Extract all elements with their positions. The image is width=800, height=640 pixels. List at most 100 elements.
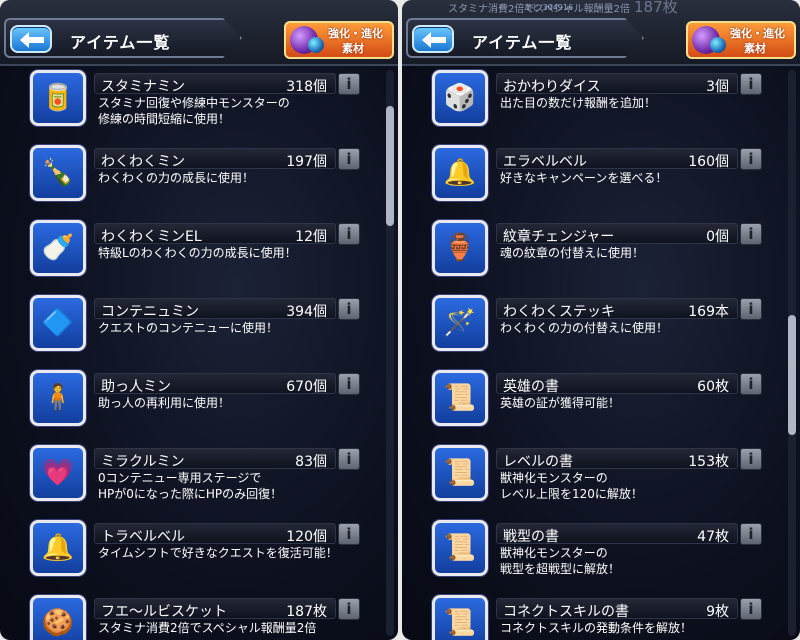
item-row[interactable]: 🧍 助っ人ミン 670個 i 助っ人の再利用に使用！	[0, 368, 398, 442]
info-icon: i	[748, 225, 754, 243]
item-description: 獣神化モンスターの 戦型を超戦型に解放！	[500, 545, 740, 577]
scrollbar[interactable]	[788, 70, 796, 636]
travel-bell-icon[interactable]: 🔔	[30, 520, 86, 576]
item-count: 670個	[286, 379, 327, 395]
combat-book-icon[interactable]: 📜	[432, 520, 488, 576]
item-row[interactable]: 🥫 スタミナミン 318個 i スタミナ回復や修練中モンスターの 修練の時間短縮に使用！	[0, 68, 398, 142]
continue-min-icon[interactable]: 🔷	[30, 295, 86, 351]
item-count: 160個	[688, 154, 729, 170]
scrollbar-thumb[interactable]	[788, 315, 796, 435]
item-count: 0個	[706, 229, 729, 245]
item-icon-glyph: 📜	[443, 458, 477, 488]
elevel-bell-icon[interactable]: 🔔	[432, 145, 488, 201]
item-count: 187枚	[286, 604, 327, 620]
crest-changer-icon[interactable]: 🏺	[432, 220, 488, 276]
item-row[interactable]: 🎲 おかわりダイス 3個 i 出た目の数だけ報酬を追加！	[402, 68, 800, 142]
item-row[interactable]: 📜 英雄の書 60枚 i 英雄の証が獲得可能！	[402, 368, 800, 442]
item-row[interactable]: 💗 ミラクルミン 83個 i 0コンテニュー専用ステージで HPが0になった際にHPのみ回…	[0, 443, 398, 517]
material-gem-icon	[710, 37, 726, 53]
info-icon: i	[748, 450, 754, 468]
item-description-line1: クエストのコンテニューに使用！	[98, 321, 279, 335]
wakuwaku-min-el-icon[interactable]: 🍼	[30, 220, 86, 276]
info-button[interactable]: i	[338, 598, 360, 620]
item-row[interactable]: 🔷 コンテニュミン 394個 i クエストのコンテニューに使用！	[0, 293, 398, 367]
item-row[interactable]: 🔔 トラベルベル 120個 i タイムシフトで好きなクエストを復活可能！	[0, 518, 398, 592]
info-icon: i	[748, 600, 754, 618]
info-button[interactable]: i	[338, 298, 360, 320]
evolution-materials-button[interactable]: 強化・進化 素材	[686, 21, 796, 59]
info-button[interactable]: i	[740, 373, 762, 395]
item-row[interactable]: 📜 コネクトスキルの書 9枚 i コネクトスキルの発動条件を解放！	[402, 593, 800, 640]
item-name: コンテニュミン	[101, 304, 199, 320]
right-panel: スタミナ消費2倍でスペシャル報酬量2倍 あと 304916 187枚 アイテム一…	[402, 0, 800, 640]
item-count: 153枚	[688, 454, 729, 470]
item-name: わくわくミンEL	[101, 229, 202, 245]
item-count: 197個	[286, 154, 327, 170]
item-icon-glyph: 🥫	[41, 83, 75, 113]
hero-book-icon[interactable]: 📜	[432, 370, 488, 426]
item-description: わくわくの力の成長に使用！	[98, 170, 338, 186]
info-button[interactable]: i	[740, 73, 762, 95]
info-button[interactable]: i	[740, 598, 762, 620]
info-button[interactable]: i	[338, 448, 360, 470]
info-button[interactable]: i	[338, 373, 360, 395]
item-list: 🎲 おかわりダイス 3個 i 出た目の数だけ報酬を追加！ 🔔 エラベルベル 160個 i 好きなキ…	[402, 64, 800, 640]
item-icon-glyph: 🔷	[41, 308, 75, 338]
back-button[interactable]	[412, 25, 454, 53]
item-row[interactable]: 🏺 紋章チェンジャー 0個 i 魂の紋章の付替えに使用！	[402, 218, 800, 292]
item-description-line1: 獣神化モンスターの	[500, 471, 608, 485]
item-name-bar: おかわりダイス 3個	[496, 73, 738, 95]
level-book-icon[interactable]: 📜	[432, 445, 488, 501]
back-button[interactable]	[10, 25, 52, 53]
info-button[interactable]: i	[740, 448, 762, 470]
fue-biscuit-icon[interactable]: 🍪	[30, 595, 86, 640]
info-button[interactable]: i	[338, 223, 360, 245]
wakuwaku-min-icon[interactable]: 🍾	[30, 145, 86, 201]
item-description-line1: 助っ人の再利用に使用！	[98, 396, 231, 410]
item-row[interactable]: 📜 レベルの書 153枚 i 獣神化モンスターの レベル上限を120に解放！	[402, 443, 800, 517]
item-count: 318個	[286, 79, 327, 95]
item-description-line1: 獣神化モンスターの	[500, 546, 608, 560]
info-button[interactable]: i	[338, 148, 360, 170]
item-name-bar: 紋章チェンジャー 0個	[496, 223, 738, 245]
item-row[interactable]: 🔔 エラベルベル 160個 i 好きなキャンペーンを選べる！	[402, 143, 800, 217]
info-button[interactable]: i	[740, 523, 762, 545]
info-icon: i	[346, 600, 352, 618]
item-description: スタミナ消費2倍でスペシャル報酬量2倍	[98, 620, 338, 636]
item-row[interactable]: 🪄 わくわくステッキ 169本 i わくわくの力の付替えに使用！	[402, 293, 800, 367]
info-icon: i	[346, 525, 352, 543]
item-description-line1: わくわくの力の付替えに使用！	[500, 321, 669, 335]
item-icon-glyph: 🧍	[41, 383, 75, 413]
stamina-min-icon[interactable]: 🥫	[30, 70, 86, 126]
item-row[interactable]: 🍼 わくわくミンEL 12個 i 特級Lのわくわくの力の成長に使用！	[0, 218, 398, 292]
item-description-line1: スタミナ消費2倍でスペシャル報酬量2倍	[98, 621, 317, 635]
info-button[interactable]: i	[338, 73, 360, 95]
item-name-bar: エラベルベル 160個	[496, 148, 738, 170]
item-icon-glyph: 🔔	[41, 533, 75, 563]
item-name-bar: わくわくミンEL 12個	[94, 223, 336, 245]
wakuwaku-stick-icon[interactable]: 🪄	[432, 295, 488, 351]
material-gem-icon	[308, 37, 324, 53]
info-button[interactable]: i	[338, 523, 360, 545]
item-name-bar: 戦型の書 47枚	[496, 523, 738, 545]
okawari-dice-icon[interactable]: 🎲	[432, 70, 488, 126]
item-row[interactable]: 🍾 わくわくミン 197個 i わくわくの力の成長に使用！	[0, 143, 398, 217]
info-button[interactable]: i	[740, 298, 762, 320]
item-description: 出た目の数だけ報酬を追加！	[500, 95, 740, 111]
overscroll-item-remaining: あと 304916	[524, 3, 574, 12]
item-row[interactable]: 🍪 フエ〜ルビスケット 187枚 i スタミナ消費2倍でスペシャル報酬量2倍	[0, 593, 398, 640]
scrollbar-thumb[interactable]	[386, 106, 394, 226]
helper-min-icon[interactable]: 🧍	[30, 370, 86, 426]
evolution-materials-button[interactable]: 強化・進化 素材	[284, 21, 394, 59]
miracle-min-icon[interactable]: 💗	[30, 445, 86, 501]
info-button[interactable]: i	[740, 223, 762, 245]
item-count: 394個	[286, 304, 327, 320]
item-row[interactable]: 📜 戦型の書 47枚 i 獣神化モンスターの 戦型を超戦型に解放！	[402, 518, 800, 592]
info-button[interactable]: i	[740, 148, 762, 170]
scrollbar[interactable]	[386, 70, 394, 636]
item-icon-glyph: 📜	[443, 383, 477, 413]
item-name: ミラクルミン	[101, 454, 185, 470]
connect-skill-book-icon[interactable]: 📜	[432, 595, 488, 640]
item-name-bar: わくわくステッキ 169本	[496, 298, 738, 320]
info-icon: i	[748, 300, 754, 318]
